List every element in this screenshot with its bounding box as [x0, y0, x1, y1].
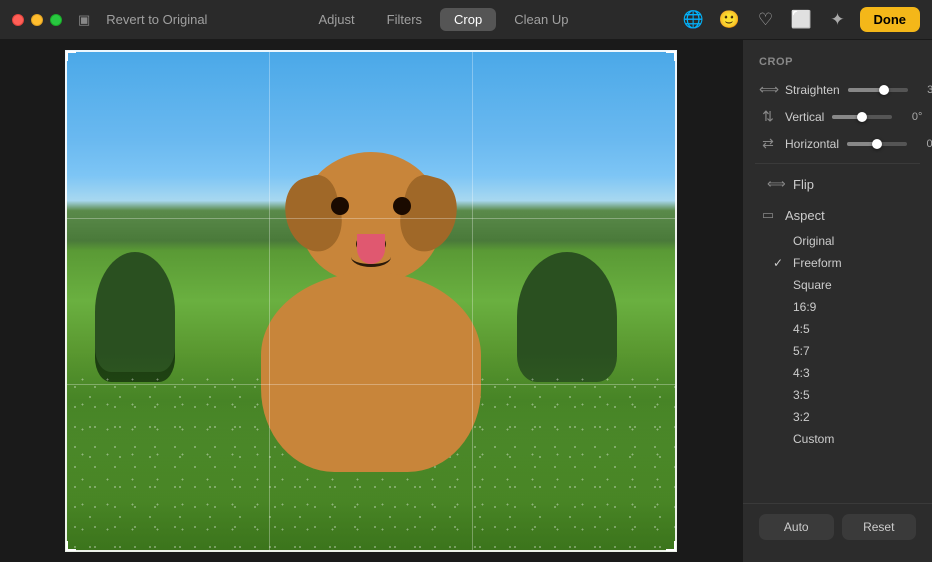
vertical-icon: ⇅ [759, 108, 777, 125]
tab-cleanup[interactable]: Clean Up [500, 8, 582, 31]
traffic-lights [12, 14, 62, 26]
vertical-slider[interactable] [832, 115, 892, 119]
tab-adjust[interactable]: Adjust [305, 8, 369, 31]
flip-item[interactable]: ⟺ Flip [751, 171, 924, 197]
minimize-button[interactable] [31, 14, 43, 26]
photo-container[interactable] [65, 50, 677, 552]
dog-eye-left [331, 197, 349, 215]
toolbar-right: 🌐 🙂 ♡ ⬜ ✦ Done [680, 6, 921, 34]
aspect-option-3-5[interactable]: 3:5 [751, 384, 924, 406]
globe-icon-button[interactable]: 🌐 [680, 6, 708, 34]
aspect-label: Aspect [785, 208, 825, 223]
aspect-option-5-7[interactable]: 5:7 [751, 340, 924, 362]
straighten-slider-thumb[interactable] [879, 85, 889, 95]
window-controls: ▣ [74, 10, 94, 30]
vertical-label: Vertical [785, 110, 824, 124]
vertical-slider-container[interactable] [832, 115, 892, 119]
dog-eye-right [393, 197, 411, 215]
done-button[interactable]: Done [860, 7, 921, 32]
divider-1 [755, 163, 920, 164]
aspect-option-freeform[interactable]: ✓ Freeform [751, 252, 924, 274]
tab-crop[interactable]: Crop [440, 8, 496, 31]
photo-image [65, 50, 677, 552]
sidebar-section-title: CROP [743, 52, 932, 76]
emoji-icon-button[interactable]: 🙂 [716, 6, 744, 34]
share-icon-button[interactable]: ⬜ [788, 6, 816, 34]
dog-body [261, 272, 481, 472]
aspect-option-square[interactable]: Square [751, 274, 924, 296]
nav-tabs: Adjust Filters Crop Clean Up [305, 8, 583, 31]
dog-head [301, 152, 441, 282]
sidebar-toggle-button[interactable]: ▣ [74, 10, 94, 30]
titlebar: ▣ Revert to Original Adjust Filters Crop… [0, 0, 932, 40]
horizontal-icon: ⇄ [759, 135, 777, 152]
aspect-icon: ▭ [759, 207, 777, 223]
straighten-slider[interactable] [848, 88, 908, 92]
straighten-slider-container[interactable] [848, 88, 908, 92]
aspect-option-16-9[interactable]: 16:9 [751, 296, 924, 318]
sidebar-bottom: Auto Reset [743, 503, 932, 550]
main-content: CROP ⟺ Straighten 3° ⇅ Vertical [0, 40, 932, 562]
tab-filters[interactable]: Filters [373, 8, 436, 31]
sidebar: CROP ⟺ Straighten 3° ⇅ Vertical [742, 40, 932, 562]
straighten-value: 3° [916, 84, 932, 96]
vertical-value: 0° [900, 111, 922, 123]
horizontal-slider-container[interactable] [847, 142, 907, 146]
straighten-label: Straighten [785, 83, 840, 97]
heart-icon-button[interactable]: ♡ [752, 6, 780, 34]
aspect-option-4-5[interactable]: 4:5 [751, 318, 924, 340]
aspect-section: ▭ Aspect Original ✓ Freeform Square 16:9 [743, 198, 932, 456]
vertical-control: ⇅ Vertical 0° [743, 103, 932, 130]
checkmark-icon: ✓ [773, 256, 783, 270]
horizontal-slider-thumb[interactable] [872, 139, 882, 149]
dog-tongue [357, 234, 385, 264]
aspect-option-original[interactable]: Original [751, 230, 924, 252]
photo-area [0, 40, 742, 562]
close-button[interactable] [12, 14, 24, 26]
auto-button[interactable]: Auto [759, 514, 834, 540]
maximize-button[interactable] [50, 14, 62, 26]
flip-label: Flip [793, 177, 814, 192]
horizontal-value: 0° [915, 138, 932, 150]
vertical-slider-thumb[interactable] [857, 112, 867, 122]
horizontal-label: Horizontal [785, 137, 839, 151]
tools-icon-button[interactable]: ✦ [824, 6, 852, 34]
straighten-icon: ⟺ [759, 81, 777, 98]
revert-to-original-button[interactable]: Revert to Original [106, 12, 207, 27]
aspect-option-4-3[interactable]: 4:3 [751, 362, 924, 384]
flip-icon: ⟺ [767, 176, 785, 192]
aspect-option-custom[interactable]: Custom [751, 428, 924, 450]
reset-button[interactable]: Reset [842, 514, 917, 540]
aspect-options: Original ✓ Freeform Square 16:9 4:5 5:7 [743, 228, 932, 452]
horizontal-slider[interactable] [847, 142, 907, 146]
dog-figure [231, 152, 511, 472]
aspect-header[interactable]: ▭ Aspect [743, 202, 932, 228]
dog-mouth [351, 247, 391, 267]
straighten-control: ⟺ Straighten 3° [743, 76, 932, 103]
horizontal-control: ⇄ Horizontal 0° [743, 130, 932, 157]
aspect-option-3-2[interactable]: 3:2 [751, 406, 924, 428]
